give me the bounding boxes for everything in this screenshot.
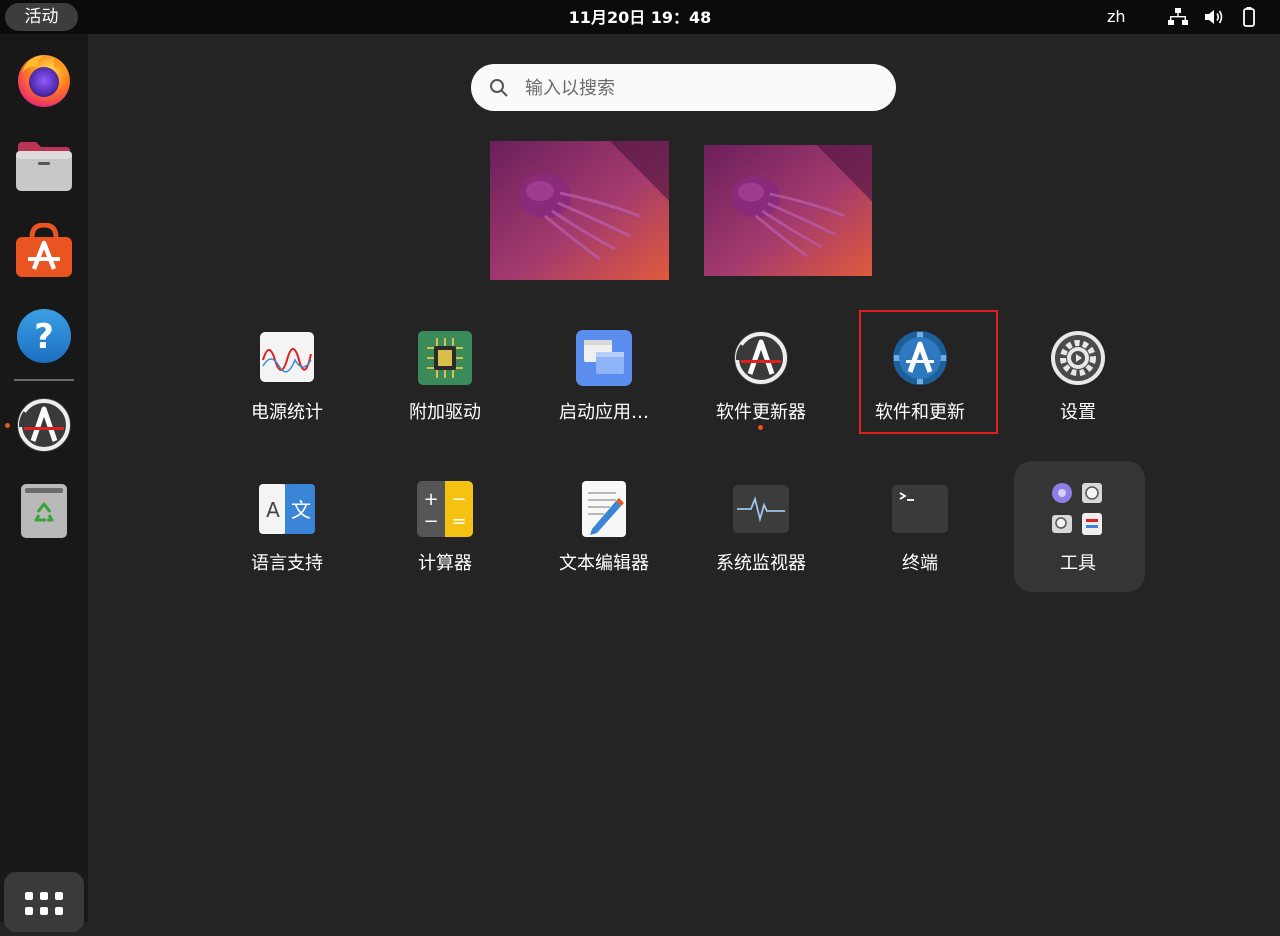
- files-icon[interactable]: [16, 138, 72, 194]
- volume-icon[interactable]: [1203, 6, 1225, 28]
- software-updater-icon: [734, 331, 788, 385]
- terminal-icon: [892, 485, 948, 533]
- utilities-folder-icon: [1052, 483, 1102, 535]
- app-startup-applications[interactable]: 启动应用…: [529, 310, 679, 440]
- app-label: 语言支持: [251, 553, 323, 574]
- network-icon[interactable]: [1167, 6, 1189, 28]
- app-terminal[interactable]: 终端: [845, 461, 995, 591]
- svg-text:=: =: [451, 511, 466, 532]
- app-label: 附加驱动: [409, 402, 481, 423]
- power-statistics-icon: [260, 332, 314, 382]
- workspace-thumbnail-1[interactable]: [490, 141, 669, 280]
- text-editor-icon: [582, 481, 626, 537]
- battery-icon[interactable]: [1238, 6, 1260, 28]
- svg-text:−: −: [423, 511, 438, 532]
- svg-text:文: 文: [291, 498, 311, 522]
- app-system-monitor[interactable]: 系统监视器: [686, 461, 836, 591]
- dock-separator: [14, 379, 74, 381]
- app-text-editor[interactable]: 文本编辑器: [529, 461, 679, 591]
- activities-button[interactable]: 活动: [5, 3, 78, 31]
- app-label: 文本编辑器: [559, 553, 649, 574]
- app-software-updater[interactable]: 软件更新器: [686, 310, 836, 440]
- svg-text:+: +: [423, 489, 438, 510]
- app-calculator[interactable]: + − − = 计算器: [370, 461, 520, 591]
- dock: ?: [0, 34, 88, 932]
- app-label: 软件更新器: [716, 402, 806, 423]
- app-additional-drivers[interactable]: 附加驱动: [370, 310, 520, 440]
- firefox-icon[interactable]: [16, 51, 72, 107]
- trash-icon[interactable]: [16, 482, 72, 538]
- app-label: 计算器: [418, 553, 472, 574]
- app-label: 启动应用…: [559, 402, 649, 423]
- running-indicator: [758, 425, 763, 430]
- additional-drivers-icon: [418, 331, 472, 385]
- clock[interactable]: 11月20日 19：48: [569, 8, 712, 27]
- svg-text:−: −: [451, 489, 466, 510]
- app-folder-utilities[interactable]: 工具: [1003, 461, 1153, 591]
- app-language-support[interactable]: A 文 语言支持: [212, 461, 362, 591]
- app-label: 工具: [1060, 553, 1096, 574]
- search-bar[interactable]: [471, 64, 896, 113]
- running-indicator: [5, 423, 10, 428]
- input-method-indicator[interactable]: zh: [1107, 0, 1126, 34]
- language-support-icon: A 文: [259, 484, 315, 534]
- svg-text:?: ?: [34, 317, 54, 357]
- app-label: 软件和更新: [875, 402, 965, 423]
- svg-text:A: A: [266, 498, 280, 522]
- wallpaper-jellyfish-image: [490, 141, 669, 280]
- software-updater-icon[interactable]: [16, 397, 72, 453]
- app-settings[interactable]: 设置: [1003, 310, 1153, 440]
- app-label: 系统监视器: [716, 553, 806, 574]
- startup-applications-icon: [576, 330, 632, 386]
- show-apps-button[interactable]: [4, 872, 84, 932]
- search-input[interactable]: [523, 64, 867, 113]
- app-label: 设置: [1060, 402, 1096, 423]
- app-label: 电源统计: [251, 402, 323, 423]
- search-icon: [490, 79, 508, 97]
- settings-icon: [1051, 331, 1105, 385]
- calculator-icon: + − − =: [417, 481, 473, 537]
- software-properties-icon: [893, 331, 947, 385]
- app-center-icon[interactable]: [16, 223, 72, 279]
- workspace-thumbnail-2[interactable]: [704, 145, 872, 276]
- app-power-statistics[interactable]: 电源统计: [212, 310, 362, 440]
- app-label: 终端: [902, 553, 938, 574]
- system-monitor-icon: [733, 485, 789, 533]
- top-bar: 活动 11月20日 19：48 zh: [0, 0, 1280, 34]
- app-software-properties[interactable]: 软件和更新: [845, 310, 995, 440]
- wallpaper-jellyfish-image: [704, 145, 872, 276]
- help-icon[interactable]: ?: [16, 308, 72, 364]
- grid-icon: [25, 892, 63, 915]
